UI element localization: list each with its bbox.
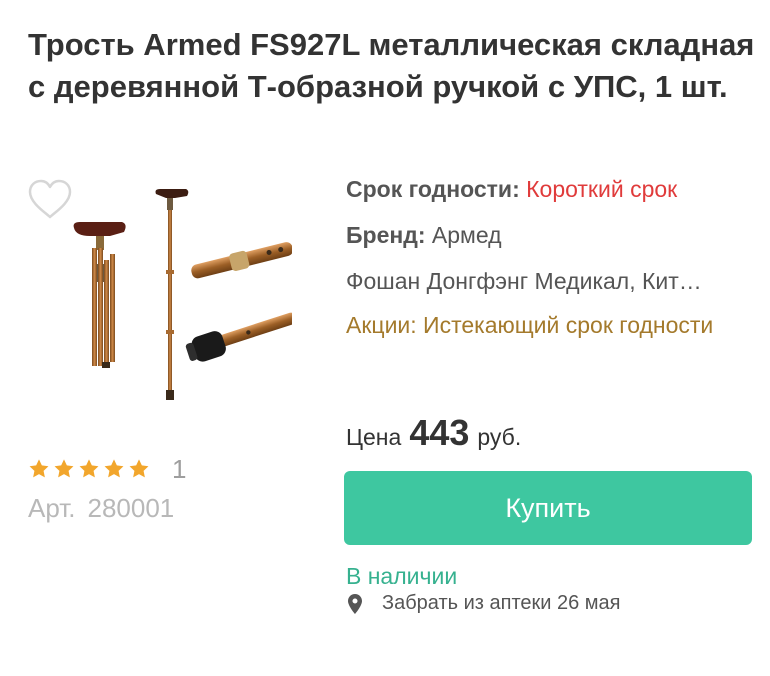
product-rating[interactable]: 1 [28, 455, 186, 483]
star-icon [104, 459, 124, 478]
promo-link[interactable]: Акции: Истекающий срок годности [346, 310, 746, 340]
product-image[interactable] [60, 180, 292, 412]
product-sku: Арт. 280001 [28, 492, 174, 524]
price-label: Цена [346, 424, 402, 450]
buy-button[interactable]: Купить [344, 471, 752, 545]
sku-label: Арт. [28, 493, 76, 523]
manufacturer: Фошан Донгфэнг Медикал, Кит… [346, 268, 702, 294]
sku-value: 280001 [87, 493, 175, 523]
expiry-value: Короткий срок [526, 176, 678, 202]
rating-stars [28, 458, 150, 480]
rating-count: 1 [172, 454, 187, 484]
price-value: 443 [409, 412, 470, 453]
price-currency: руб. [477, 424, 522, 450]
pickup-info: Забрать из аптеки 26 мая [346, 592, 621, 615]
brand-value[interactable]: Армед [432, 222, 502, 248]
brand-label: Бренд: [346, 222, 426, 248]
location-pin-icon [348, 593, 362, 614]
pickup-text: Забрать из аптеки 26 мая [382, 592, 621, 614]
star-icon [129, 459, 149, 478]
star-icon [79, 459, 99, 478]
star-icon [29, 459, 49, 478]
brand-row[interactable]: Бренд: Армед [346, 220, 502, 250]
expiry-row: Срок годности: Короткий срок [346, 174, 677, 204]
product-title: Трость Armed FS927L металлическая складн… [28, 27, 755, 104]
star-icon [54, 459, 74, 478]
availability-status[interactable]: В наличии [346, 562, 457, 590]
expiry-label: Срок годности: [346, 176, 520, 202]
price: Цена 443 руб. [346, 412, 521, 454]
